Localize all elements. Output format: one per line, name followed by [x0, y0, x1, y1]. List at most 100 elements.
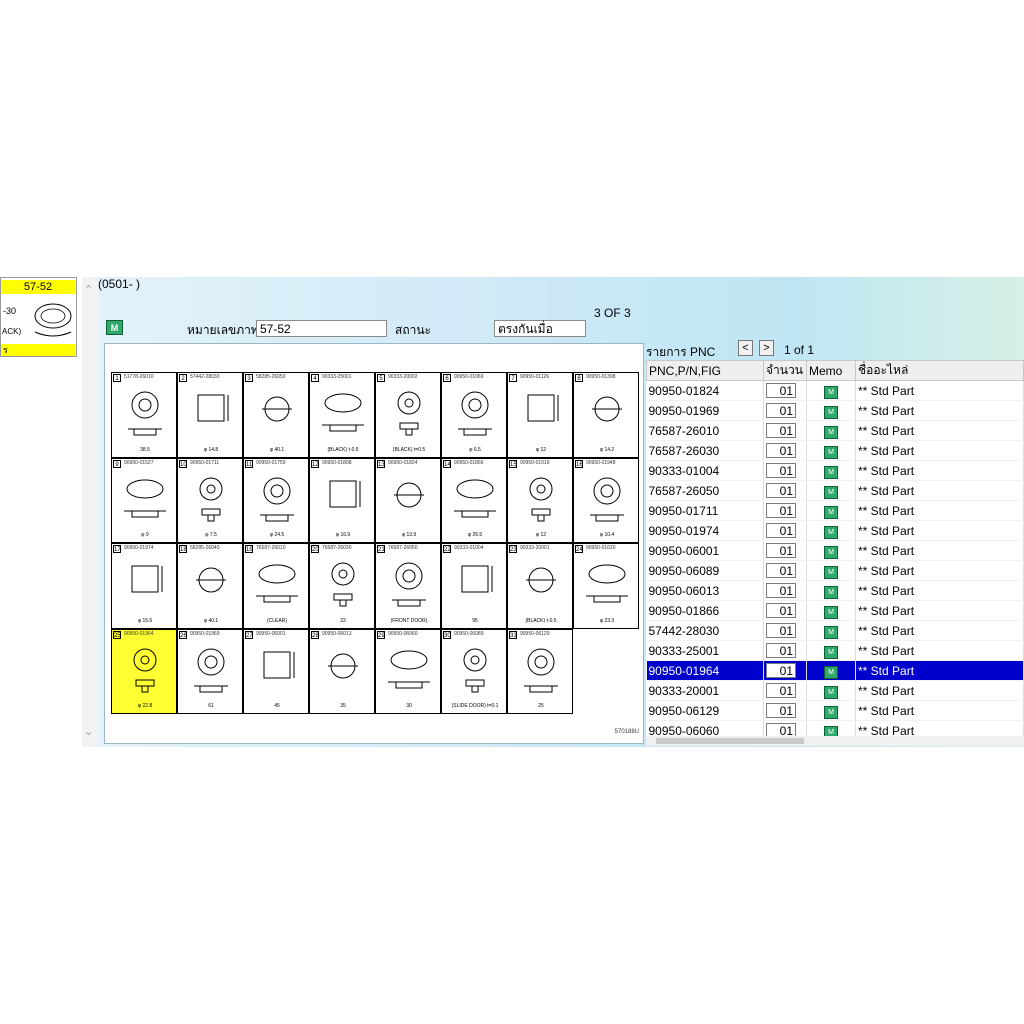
diagram-cell[interactable]: 30 90950-06089 (SLIDE DOOR) t=0.1 [441, 628, 507, 714]
part-number[interactable]: 90950-06001 [646, 540, 764, 561]
part-number[interactable]: 90950-01711 [646, 500, 764, 521]
memo-icon[interactable]: M [824, 425, 838, 439]
diagram-cell[interactable]: 4 90333-25001 (BLACK) t-0.5 [309, 372, 375, 458]
diagram-cell[interactable]: 2 57442-28030 φ 14.8 [177, 372, 243, 458]
memo-icon[interactable]: M [824, 385, 838, 399]
col-header-pn[interactable]: PNC,P/N,FIG [646, 360, 764, 381]
quantity-field[interactable]: 01 [766, 663, 796, 678]
diagram-cell[interactable]: 6 90950-01069 φ 6.5 [441, 372, 507, 458]
quantity-field[interactable]: 01 [766, 423, 796, 438]
memo-icon[interactable]: M [824, 585, 838, 599]
memo-icon[interactable]: M [824, 705, 838, 719]
diagram-cell[interactable]: 29 90950-06060 30 [375, 628, 441, 714]
scroll-up-icon[interactable]: ⌃ [84, 283, 93, 296]
part-number[interactable]: 90950-01824 [646, 380, 764, 401]
image-no-field[interactable]: 57-52 [256, 320, 387, 337]
diagram-cell[interactable]: 1 51778-26010 38.5 [111, 372, 177, 458]
table-row[interactable]: 90950-01974 01 M ** Std Part [646, 520, 1024, 541]
memo-icon[interactable]: M [824, 665, 838, 679]
memo-icon[interactable]: M [824, 485, 838, 499]
horizontal-scrollbar[interactable] [646, 736, 1024, 746]
diagram-cell[interactable]: 23 90333-20001 (BLACK) t-0.5 [507, 543, 573, 629]
table-row[interactable]: 90950-01866 01 M ** Std Part [646, 600, 1024, 621]
quantity-field[interactable]: 01 [766, 463, 796, 478]
table-row[interactable]: 90333-01004 01 M ** Std Part [646, 460, 1024, 481]
diagram-cell[interactable]: 5 90333-20002 (BLACK) t=0.5 [375, 372, 441, 458]
quantity-field[interactable]: 01 [766, 403, 796, 418]
diagram-cell[interactable]: 14 90950-01866 φ 26.5 [441, 457, 507, 543]
quantity-field[interactable]: 01 [766, 503, 796, 518]
quantity-field[interactable]: 01 [766, 643, 796, 658]
next-page-button[interactable]: > [759, 340, 774, 356]
diagram-cell[interactable]: 22 90333-01004 95 [441, 543, 507, 629]
table-row[interactable]: 90950-01969 01 M ** Std Part [646, 400, 1024, 421]
table-row[interactable]: 90333-25001 01 M ** Std Part [646, 640, 1024, 661]
part-number[interactable]: 57442-28030 [646, 620, 764, 641]
memo-icon[interactable]: M [824, 545, 838, 559]
table-row[interactable]: 90950-06089 01 M ** Std Part [646, 560, 1024, 581]
quantity-field[interactable]: 01 [766, 483, 796, 498]
part-number[interactable]: 90333-01004 [646, 460, 764, 481]
part-number[interactable]: 90333-20001 [646, 680, 764, 701]
diagram-cell[interactable]: 13 90950-01824 φ 13.9 [375, 457, 441, 543]
vertical-scrollbar[interactable]: ⌃ ⌄ [82, 277, 98, 747]
table-row[interactable]: 76587-26050 01 M ** Std Part [646, 480, 1024, 501]
diagram-cell[interactable]: 9 90950-01527 φ 9 [111, 457, 177, 543]
memo-icon[interactable]: M [824, 605, 838, 619]
parts-diagram[interactable]: 1 51778-26010 38.5 2 57442-28030 φ 14.8 3 58285… [104, 343, 644, 744]
table-row[interactable]: 90950-06013 01 M ** Std Part [646, 580, 1024, 601]
memo-icon[interactable]: M [824, 445, 838, 459]
part-number[interactable]: 90950-01969 [646, 400, 764, 421]
diagram-cell[interactable]: 7 90950-01126 φ 12 [507, 372, 573, 458]
diagram-cell[interactable]: 25 90950-01964 φ 22.8 [111, 628, 177, 714]
diagram-cell[interactable]: 24 90950-01620 φ 23.3 [573, 543, 639, 629]
part-number[interactable]: 76587-26010 [646, 420, 764, 441]
col-header-name[interactable]: ชื่ออะไหล่ [855, 360, 1024, 381]
memo-icon[interactable]: M [824, 625, 838, 639]
diagram-cell[interactable]: 18 58285-26040 φ 40.1 [177, 543, 243, 629]
memo-icon[interactable]: M [824, 505, 838, 519]
col-header-qty[interactable]: จำนวน [763, 360, 807, 381]
table-row[interactable]: 90950-01964 01 M ** Std Part [646, 660, 1024, 681]
prev-page-button[interactable]: < [738, 340, 753, 356]
quantity-field[interactable]: 01 [766, 603, 796, 618]
quantity-field[interactable]: 01 [766, 523, 796, 538]
diagram-cell[interactable]: 11 90950-01759 φ 24.5 [243, 457, 309, 543]
diagram-cell[interactable]: 17 90950-01974 φ 15.6 [111, 543, 177, 629]
quantity-field[interactable]: 01 [766, 683, 796, 698]
part-number[interactable]: 90950-06013 [646, 580, 764, 601]
memo-icon[interactable]: M [824, 565, 838, 579]
status-field[interactable]: ตรงกันเมื่อ [494, 320, 586, 337]
part-number[interactable]: 76587-26050 [646, 480, 764, 501]
memo-icon[interactable]: M [824, 465, 838, 479]
logo-icon[interactable]: M [106, 320, 123, 335]
quantity-field[interactable]: 01 [766, 443, 796, 458]
diagram-cell[interactable]: 27 90950-06001 45 [243, 628, 309, 714]
memo-icon[interactable]: M [824, 685, 838, 699]
diagram-cell[interactable]: 31 90950-06129 25 [507, 628, 573, 714]
diagram-cell[interactable]: 28 90950-06013 35 [309, 628, 375, 714]
quantity-field[interactable]: 01 [766, 383, 796, 398]
table-row[interactable]: 90950-01824 01 M ** Std Part [646, 380, 1024, 401]
col-header-memo[interactable]: Memo [806, 360, 856, 381]
quantity-field[interactable]: 01 [766, 583, 796, 598]
part-number[interactable]: 90950-01964 [646, 660, 764, 681]
part-number[interactable]: 90333-25001 [646, 640, 764, 661]
table-row[interactable]: 76587-26010 01 M ** Std Part [646, 420, 1024, 441]
diagram-cell[interactable]: 8 90950-01398 φ 14.2 [573, 372, 639, 458]
scroll-down-icon[interactable]: ⌄ [84, 725, 93, 738]
table-row[interactable]: 76587-26030 01 M ** Std Part [646, 440, 1024, 461]
quantity-field[interactable]: 01 [766, 703, 796, 718]
table-row[interactable]: 90950-06129 01 M ** Std Part [646, 700, 1024, 721]
part-number[interactable]: 90950-01866 [646, 600, 764, 621]
part-number[interactable]: 90950-06129 [646, 700, 764, 721]
diagram-cell[interactable]: 26 90950-01969 61 [177, 628, 243, 714]
quantity-field[interactable]: 01 [766, 623, 796, 638]
part-number[interactable]: 90950-01974 [646, 520, 764, 541]
diagram-cell[interactable]: 16 90950-01948 φ 10.4 [573, 457, 639, 543]
table-row[interactable]: 57442-28030 01 M ** Std Part [646, 620, 1024, 641]
diagram-cell[interactable]: 21 76587-26050 (FRONT DOOR) [375, 543, 441, 629]
diagram-cell[interactable]: 12 90950-01808 φ 16.9 [309, 457, 375, 543]
diagram-cell[interactable]: 19 76587-26010 (CLEAR) [243, 543, 309, 629]
thumbnail-panel[interactable]: 57-52 -30 ACK) ร [0, 277, 77, 357]
